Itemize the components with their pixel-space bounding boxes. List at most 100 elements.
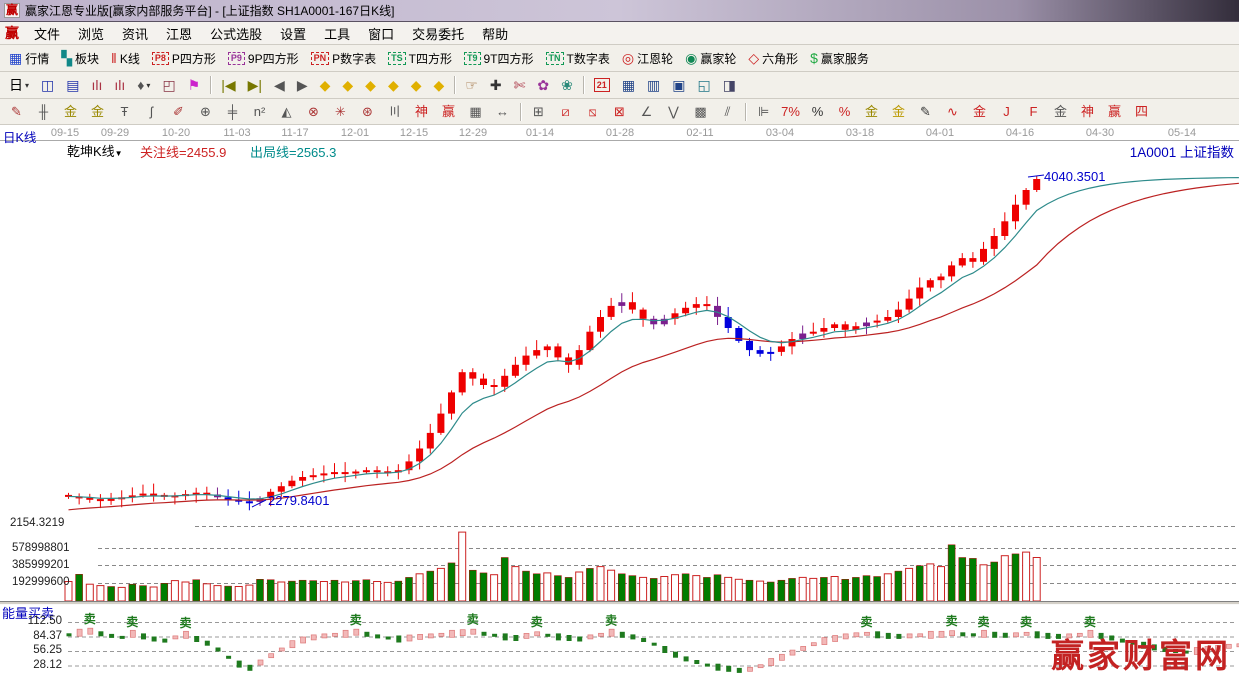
info-note-button[interactable]: ▤ [61, 74, 84, 96]
f-angle-button[interactable]: F [1021, 101, 1046, 123]
ying-tool-button[interactable]: 赢 [436, 101, 461, 123]
menu-江恩[interactable]: 江恩 [157, 22, 201, 45]
bars-9-button[interactable]: ılı [109, 74, 130, 96]
pct-button[interactable]: % [805, 101, 830, 123]
fan-lines-button[interactable]: ⧄ [553, 101, 578, 123]
first-page-button[interactable]: |◀ [216, 74, 240, 96]
j-angle-button[interactable]: J [994, 101, 1019, 123]
print-button[interactable]: ◨ [718, 74, 741, 96]
pct-line-button[interactable]: % [832, 101, 857, 123]
winner-wheel-button[interactable]: ◉赢家轮 [680, 47, 741, 69]
t-number-button[interactable]: TNT数字表 [541, 47, 615, 69]
kline-button[interactable]: ǁK线 [106, 47, 145, 69]
diamond-right-expand-button[interactable]: ◆ [337, 74, 358, 96]
pen-line-button[interactable]: ✎ [913, 101, 938, 123]
diamond-h-compress-button[interactable]: ◆ [383, 74, 404, 96]
date-axis-label: 11-03 [215, 127, 259, 139]
n-square-button[interactable]: n² [247, 101, 272, 123]
tool-purple-button[interactable]: ✿ [532, 74, 554, 96]
pen-button[interactable]: ✎ [4, 101, 29, 123]
gold-under-button[interactable]: 金 [967, 101, 992, 123]
menu-资讯[interactable]: 资讯 [113, 22, 157, 45]
notepad-button[interactable]: ▥ [642, 74, 665, 96]
shen-angle-button[interactable]: 神 [1075, 101, 1100, 123]
kline-type-selector[interactable]: 乾坤K线▼ [67, 141, 123, 160]
pen-mark-button[interactable]: ✐ [166, 101, 191, 123]
gold-line-button[interactable]: 金 [886, 101, 911, 123]
diamond-v-compress-button[interactable]: ◆ [406, 74, 427, 96]
next-bar-button[interactable]: ▶ [292, 74, 313, 96]
menu-工具[interactable]: 工具 [315, 22, 359, 45]
period-day-selector-button[interactable]: 日▾ [4, 74, 34, 96]
menu-交易委托[interactable]: 交易委托 [403, 22, 473, 45]
menu-帮助[interactable]: 帮助 [473, 22, 517, 45]
gann-lines-button[interactable]: ╫ [31, 101, 56, 123]
dense-grid-button[interactable]: ▩ [688, 101, 713, 123]
tool-teal-button[interactable]: ❀ [556, 74, 578, 96]
winner-service-button[interactable]: $赢家服务 [805, 47, 874, 69]
color-flag-button[interactable]: ⚑ [183, 74, 206, 96]
chart-region[interactable]: 卖卖卖卖卖卖卖卖卖卖卖卖 09-1509-2910-2011-0311-1712… [0, 125, 1239, 677]
toolbar-separator [454, 76, 455, 94]
region-cut-button[interactable]: ✄ [509, 74, 531, 96]
wave-a-button[interactable]: ∿ [940, 101, 965, 123]
spider-web-button[interactable]: ✳ [328, 101, 353, 123]
parallel-slash-button[interactable]: ⫽ [715, 101, 740, 123]
kline-label: K线 [120, 50, 140, 67]
gold-angle-button[interactable]: 金 [1048, 101, 1073, 123]
quotes-button[interactable]: ▦行情 [4, 47, 54, 69]
menu-文件[interactable]: 文件 [25, 22, 69, 45]
ying-angle-button[interactable]: 赢 [1102, 101, 1127, 123]
chart-layout-button[interactable]: ◫ [36, 74, 59, 96]
last-page-button[interactable]: ▶| [243, 74, 267, 96]
gold-grid-2-button[interactable]: 金 [85, 101, 110, 123]
box-star-button[interactable]: ⊛ [355, 101, 380, 123]
box-diag-button[interactable]: ⊠ [607, 101, 632, 123]
t-square-label: T四方形 [409, 50, 452, 67]
9p-square-button[interactable]: P99P四方形 [223, 47, 304, 69]
gold-grid-1-button[interactable]: 金 [58, 101, 83, 123]
circle-target-button[interactable]: ⊕ [193, 101, 218, 123]
9t-square-button[interactable]: T99T四方形 [459, 47, 539, 69]
gann-wheel-button[interactable]: ◎江恩轮 [617, 47, 678, 69]
fan-box-button[interactable]: ⧅ [580, 101, 605, 123]
prev-bar-button[interactable]: ◀ [269, 74, 290, 96]
menu-浏览[interactable]: 浏览 [69, 22, 113, 45]
tick-marks-button[interactable]: 〣 [382, 101, 407, 123]
width-arrows-button[interactable]: ↔ [490, 101, 515, 123]
hash-lines-button[interactable]: ╪ [220, 101, 245, 123]
spiral-button[interactable]: ʃ [139, 101, 164, 123]
drag-hand-button[interactable]: ☞ [460, 74, 483, 96]
calendar-button[interactable]: 21 [589, 74, 615, 96]
hexagon-button[interactable]: ◇六角形 [743, 47, 803, 69]
menu-设置[interactable]: 设置 [271, 22, 315, 45]
crosshair-button[interactable]: ✚ [485, 74, 507, 96]
pattern-search-button[interactable]: ◰ [157, 74, 180, 96]
si-angle-button[interactable]: 四 [1129, 101, 1154, 123]
menu-公式选股[interactable]: 公式选股 [201, 22, 271, 45]
diamond-left-expand-button[interactable]: ◆ [315, 74, 336, 96]
bars-3-button[interactable]: ılı [86, 74, 107, 96]
f-lines-button[interactable]: Ŧ [112, 101, 137, 123]
save-button[interactable]: ▣ [667, 74, 690, 96]
box-corner-button[interactable]: ⊞ [526, 101, 551, 123]
p-number-button[interactable]: PNP数字表 [306, 47, 382, 69]
diamond-v-expand-button[interactable]: ◆ [429, 74, 450, 96]
cycle-selector-button[interactable]: ♦▾ [132, 74, 155, 96]
menu-窗口[interactable]: 窗口 [359, 22, 403, 45]
p-square-button[interactable]: P8P四方形 [147, 47, 221, 69]
calculator-button[interactable]: ▦ [617, 74, 640, 96]
shen-tool-button[interactable]: 神 [409, 101, 434, 123]
export-image-button[interactable]: ◱ [693, 74, 716, 96]
sectors-button[interactable]: ▚板块 [56, 47, 104, 69]
grid-123-button[interactable]: ▦ [463, 101, 488, 123]
diamond-h-expand-button[interactable]: ◆ [360, 74, 381, 96]
zigzag-button[interactable]: ⋁ [661, 101, 686, 123]
t-square-button[interactable]: TST四方形 [383, 47, 457, 69]
price-ruler-button[interactable]: ⊫ [751, 101, 776, 123]
pct-7-button[interactable]: 7% [778, 101, 803, 123]
gold-circle-button[interactable]: 金 [859, 101, 884, 123]
mirror-angle-button[interactable]: ◭ [274, 101, 299, 123]
gann-crosshair-button[interactable]: ⊗ [301, 101, 326, 123]
angle-rays-button[interactable]: ∠ [634, 101, 659, 123]
